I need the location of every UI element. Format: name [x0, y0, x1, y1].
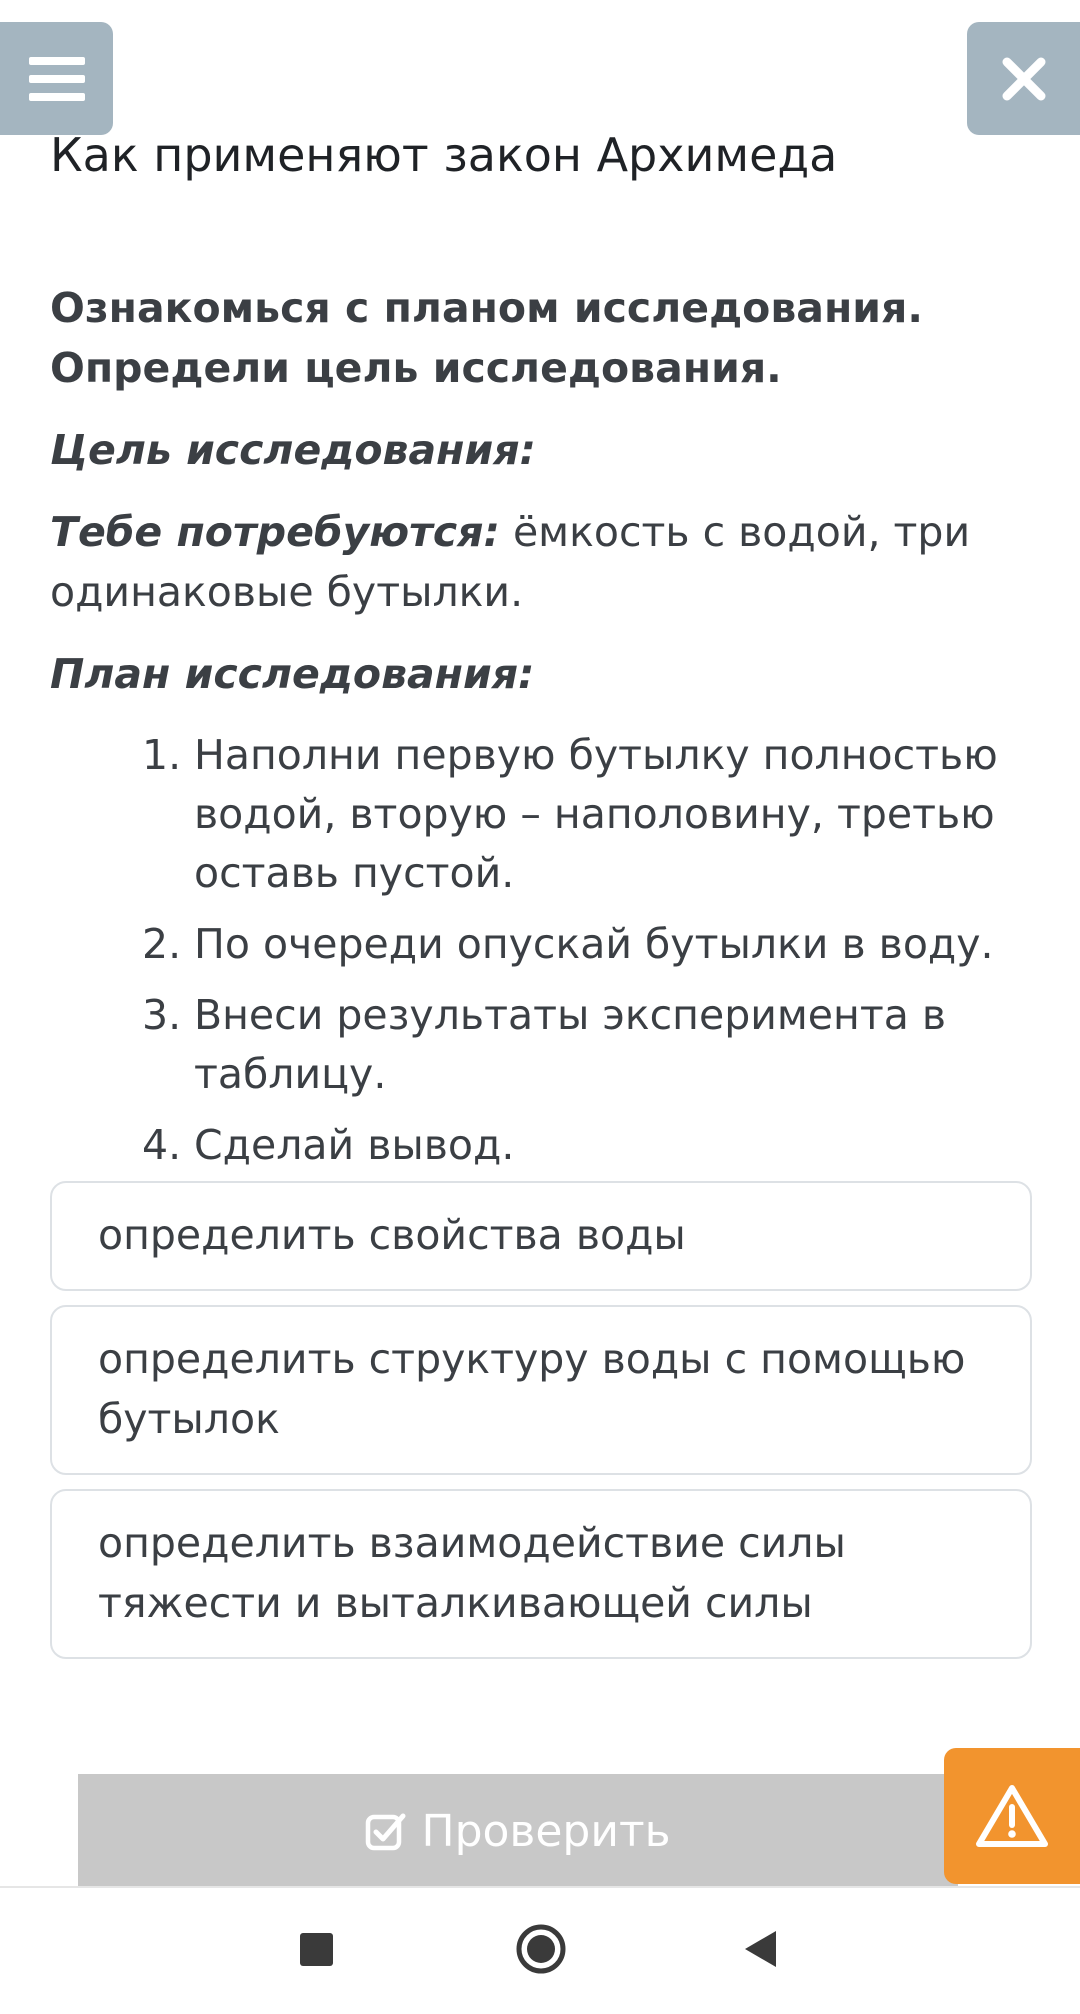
plan-step: 1. Наполни первую бутылку полностью водой… — [50, 726, 1040, 903]
plan-paragraph: План исследования: — [50, 644, 1040, 704]
materials-label: Тебе потребуются: — [50, 508, 500, 556]
triangle-back-icon[interactable] — [742, 1928, 778, 1970]
square-icon[interactable] — [300, 1933, 333, 1966]
goal-paragraph: Цель исследования: — [50, 420, 1040, 480]
report-issue-button[interactable] — [944, 1748, 1080, 1884]
answer-options: определить свойства воды определить стру… — [50, 1181, 1032, 1673]
system-navigation-bar — [0, 1886, 1080, 2014]
plan-step-text: Внеси результаты эксперимента в таблицу. — [194, 991, 947, 1098]
plan-step: 2. По очереди опускай бутылки в воду. — [50, 915, 1040, 974]
plan-step-text: По очереди опускай бутылки в воду. — [194, 920, 994, 968]
plan-list: 1. Наполни первую бутылку полностью водой… — [50, 726, 1040, 1175]
answer-option-3[interactable]: определить взаимодействие силы тяжести и… — [50, 1489, 1032, 1659]
plan-step-number: 2. — [142, 920, 182, 968]
plan-step-number: 3. — [142, 991, 182, 1039]
task-line-1: Ознакомься с планом исследования. — [50, 284, 923, 332]
plan-step-number: 4. — [142, 1121, 182, 1169]
circle-icon[interactable] — [515, 1923, 567, 1975]
warning-icon — [976, 1785, 1048, 1847]
answer-option-1[interactable]: определить свойства воды — [50, 1181, 1032, 1291]
close-icon — [1002, 57, 1045, 100]
task-content: Ознакомься с планом исследования. Опреде… — [50, 278, 1040, 1187]
check-button-label: Проверить — [421, 1805, 671, 1857]
checkbox-icon — [365, 1810, 407, 1852]
answer-option-2[interactable]: определить структуру воды с помощью буты… — [50, 1305, 1032, 1475]
plan-step: 3. Внеси результаты эксперимента в таблиц… — [50, 986, 1040, 1104]
task-instruction: Ознакомься с планом исследования. Опреде… — [50, 278, 1040, 398]
plan-label: План исследования: — [50, 650, 535, 698]
menu-button[interactable] — [0, 22, 113, 135]
plan-step-number: 1. — [142, 731, 182, 779]
screen: Как применяют закон Архимеда Ознакомься … — [0, 0, 1080, 2014]
check-button[interactable]: Проверить — [78, 1774, 958, 1888]
goal-label: Цель исследования: — [50, 426, 536, 474]
lesson-title: Как применяют закон Архимеда — [50, 128, 838, 182]
hamburger-icon — [28, 56, 85, 101]
plan-step-text: Сделай вывод. — [194, 1121, 515, 1169]
plan-step-text: Наполни первую бутылку полностью водой, … — [194, 731, 998, 897]
plan-step: 4. Сделай вывод. — [50, 1116, 1040, 1175]
task-line-2: Определи цель исследования. — [50, 344, 782, 392]
close-button[interactable] — [967, 22, 1080, 135]
materials-paragraph: Тебе потребуются: ёмкость с водой, три о… — [50, 502, 1040, 622]
